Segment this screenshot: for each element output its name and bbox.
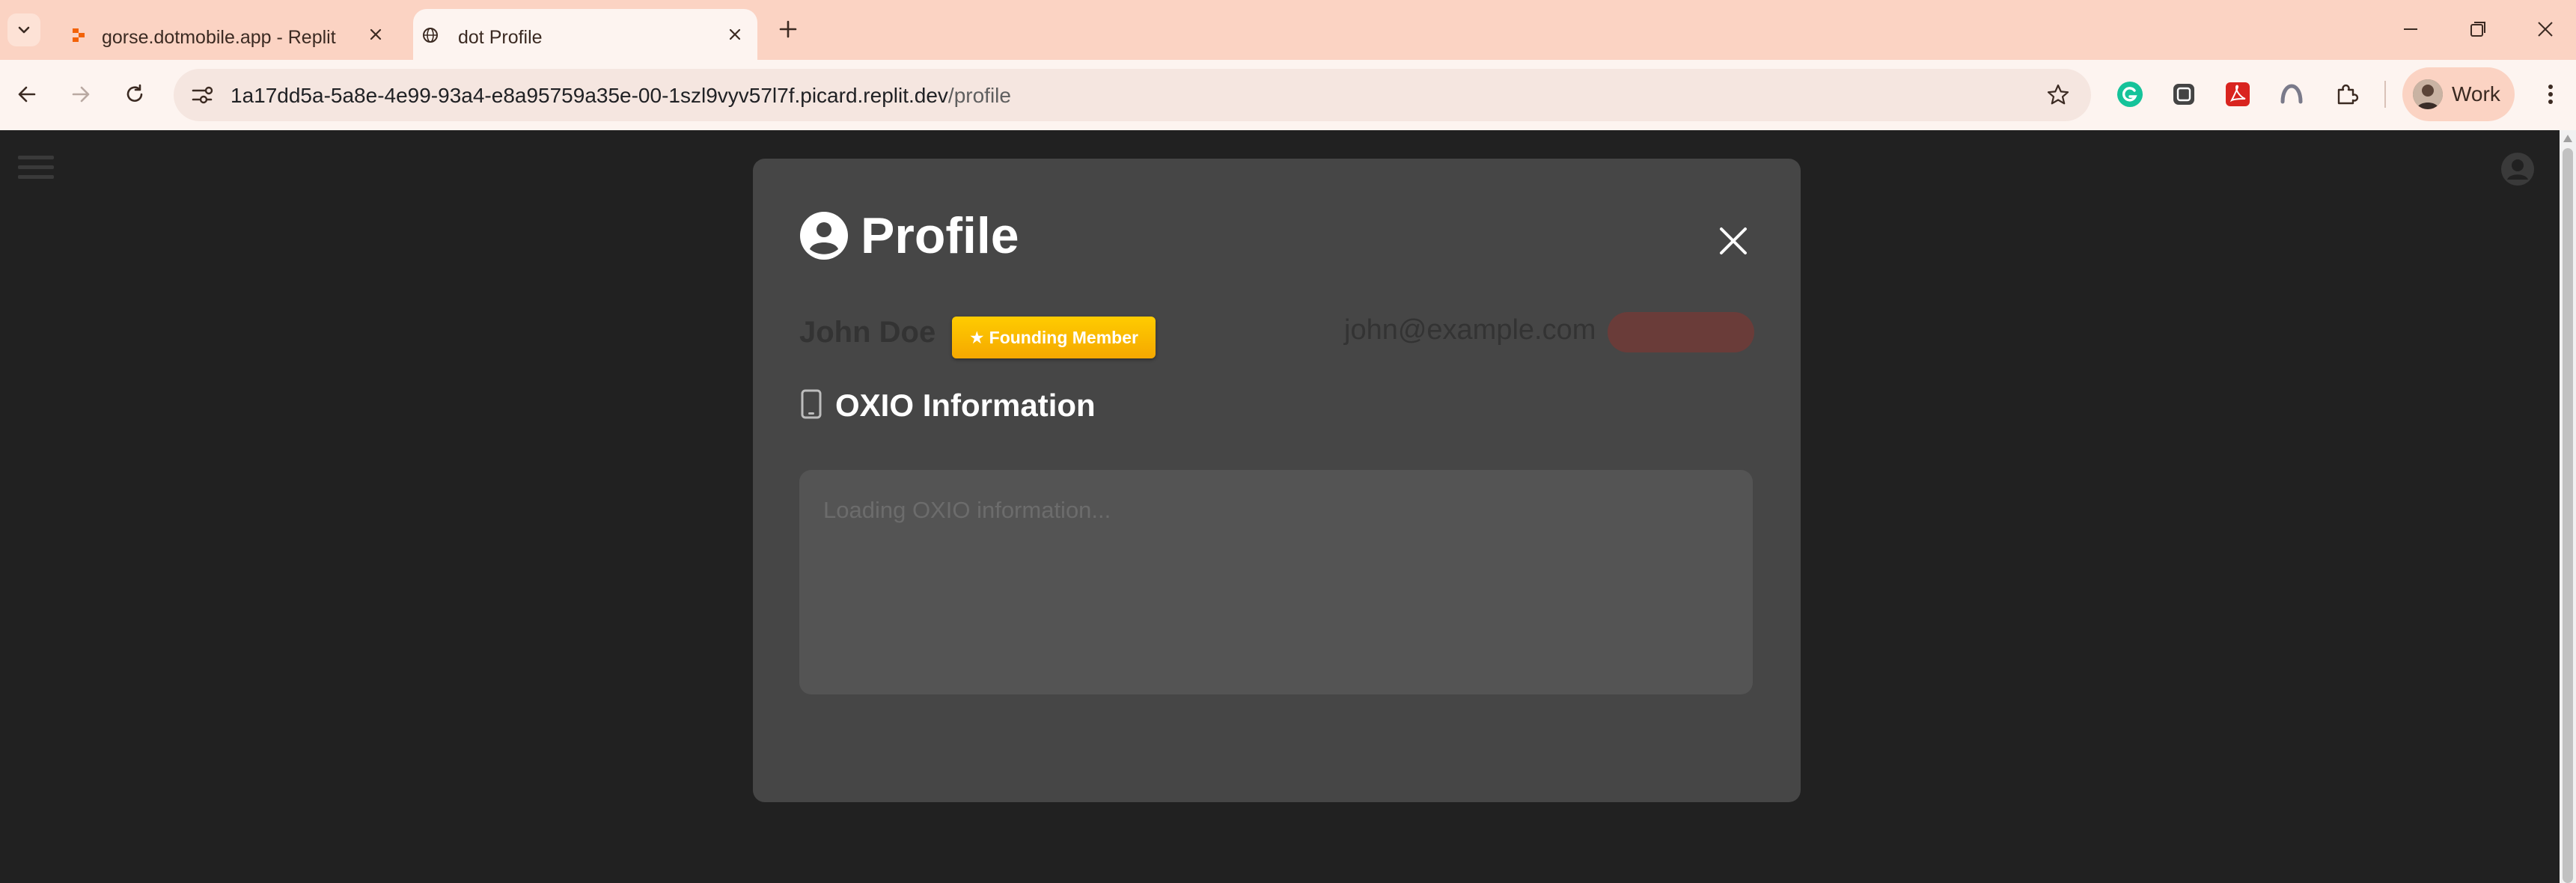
loading-text: Loading OXIO information... bbox=[823, 497, 1111, 523]
tab-search-button[interactable] bbox=[7, 13, 40, 46]
mobile-phone-icon bbox=[801, 389, 822, 419]
profile-modal: Profile John Doe ★ Founding Member john@… bbox=[753, 159, 1801, 802]
browser-toolbar: 1a17dd5a-5a8e-4e99-93a4-e8a95759a35e-00-… bbox=[0, 60, 2576, 130]
url-path: /profile bbox=[947, 84, 1011, 107]
more-menu-icon[interactable] bbox=[2536, 79, 2566, 109]
close-icon[interactable] bbox=[1718, 226, 1748, 256]
oxio-info-box: Loading OXIO information... bbox=[799, 470, 1753, 694]
tab-strip: gorse.dotmobile.app - Replit dot Profile bbox=[0, 0, 2576, 60]
vertical-scrollbar[interactable] bbox=[2560, 130, 2576, 883]
tab-title: gorse.dotmobile.app - Replit bbox=[102, 27, 336, 48]
tab-title: dot Profile bbox=[458, 27, 543, 48]
tab-dot-profile[interactable]: dot Profile bbox=[413, 9, 757, 60]
user-email: john@example.com bbox=[1344, 314, 1596, 346]
section-title-oxio: OXIO Information bbox=[835, 388, 1096, 423]
user-circle-icon bbox=[800, 212, 848, 260]
new-tab-icon[interactable] bbox=[775, 16, 801, 42]
avatar-photo bbox=[2413, 79, 2443, 109]
globe-icon bbox=[423, 28, 438, 43]
url-text: 1a17dd5a-5a8e-4e99-93a4-e8a95759a35e-00-… bbox=[231, 84, 1011, 108]
chevron-down-icon bbox=[18, 26, 30, 34]
user-account-icon[interactable] bbox=[2500, 151, 2536, 187]
back-arrow-icon[interactable] bbox=[12, 79, 42, 109]
address-bar[interactable]: 1a17dd5a-5a8e-4e99-93a4-e8a95759a35e-00-… bbox=[174, 69, 2091, 121]
restore-icon[interactable] bbox=[2465, 16, 2491, 42]
toolbar-divider bbox=[2384, 81, 2386, 108]
close-window-icon[interactable] bbox=[2533, 16, 2558, 42]
modal-title: Profile bbox=[861, 207, 1019, 264]
reload-icon[interactable] bbox=[120, 79, 150, 109]
close-icon[interactable] bbox=[367, 25, 385, 43]
avatar bbox=[2413, 79, 2443, 109]
hamburger-menu-icon[interactable] bbox=[16, 153, 55, 183]
replit-logo-icon bbox=[73, 28, 85, 42]
scroll-up-arrow-icon[interactable] bbox=[2563, 135, 2572, 142]
forward-arrow-icon[interactable] bbox=[66, 79, 96, 109]
extension-icon[interactable] bbox=[2169, 79, 2199, 109]
close-icon[interactable] bbox=[726, 25, 744, 43]
tab-replit[interactable]: gorse.dotmobile.app - Replit bbox=[63, 9, 398, 60]
url-host: 1a17dd5a-5a8e-4e99-93a4-e8a95759a35e-00-… bbox=[231, 84, 948, 107]
profile-chip[interactable]: Work bbox=[2402, 67, 2515, 121]
arc-extension-icon[interactable] bbox=[2277, 79, 2307, 109]
extensions-puzzle-icon[interactable] bbox=[2332, 79, 2362, 109]
pdf-extension-icon[interactable] bbox=[2223, 79, 2253, 109]
site-settings-icon[interactable] bbox=[189, 82, 216, 109]
star-icon: ★ bbox=[969, 327, 985, 347]
badge-label: Founding Member bbox=[989, 327, 1138, 347]
founding-member-badge: ★ Founding Member bbox=[952, 317, 1156, 358]
minimize-icon[interactable] bbox=[2398, 16, 2423, 42]
grammarly-extension-icon[interactable] bbox=[2115, 79, 2145, 109]
bookmark-star-icon[interactable] bbox=[2045, 82, 2072, 109]
user-name: John Doe bbox=[799, 316, 936, 349]
profile-label: Work bbox=[2452, 82, 2500, 106]
logout-button[interactable] bbox=[1608, 312, 1754, 352]
scrollbar-thumb[interactable] bbox=[2563, 148, 2573, 883]
